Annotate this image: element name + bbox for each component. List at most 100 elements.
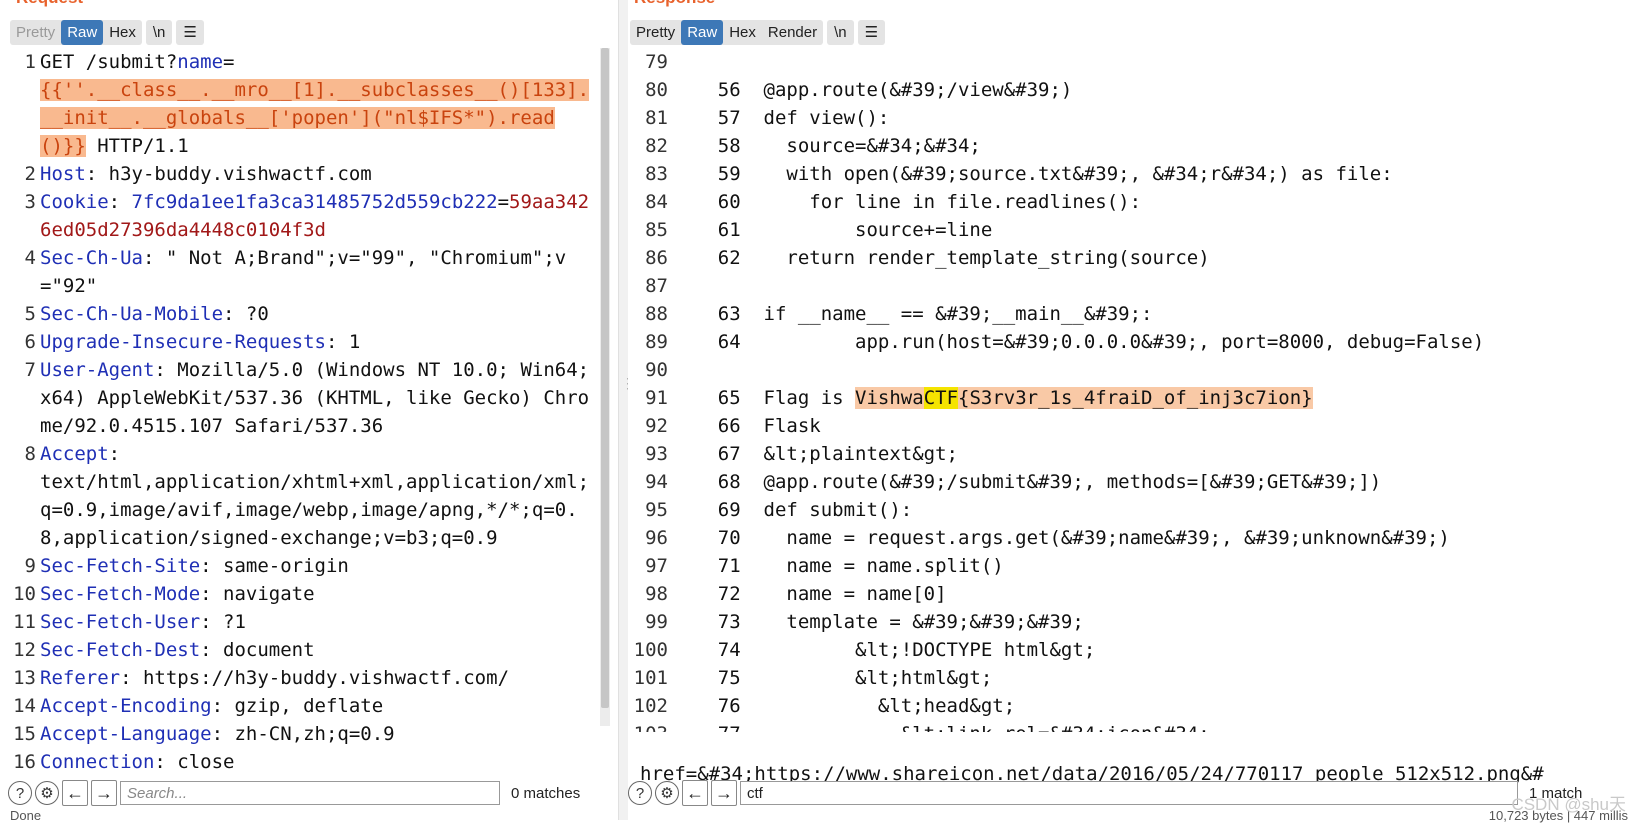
response-tab-hex[interactable]: Hex — [723, 20, 762, 45]
code-token: User-Agent — [40, 359, 155, 381]
editor-line: 79 — [628, 48, 1606, 76]
next-match-arrow-icon[interactable]: → — [711, 780, 737, 806]
editor-line: 84 60 for line in file.readlines(): — [628, 188, 1606, 216]
code-token: Sec-Fetch-Dest — [40, 639, 201, 661]
help-icon[interactable]: ? — [628, 781, 652, 805]
code-token: Connection — [40, 751, 155, 773]
code-token: Upgrade-Insecure-Requests — [40, 331, 326, 353]
request-pane: Request Pretty Raw Hex \n ☰ 1GET /submit… — [0, 0, 618, 820]
request-newline-toggle[interactable]: \n — [145, 20, 173, 45]
request-scrollbar[interactable] — [600, 48, 610, 726]
hamburger-menu-icon[interactable]: ☰ — [176, 20, 204, 45]
code-token: 72 name = name[0] — [672, 583, 947, 605]
request-search-input[interactable] — [120, 781, 500, 805]
line-content: Upgrade-Insecure-Requests: 1 — [40, 328, 598, 356]
code-token: : document — [200, 639, 315, 661]
line-number: 15 — [13, 723, 36, 745]
code-token: 7fc9da1ee1fa3ca31485752d559cb222 — [131, 191, 498, 213]
editor-line: 3 Cookie: 7fc9da1ee1fa3ca31485752d559cb22… — [10, 188, 598, 244]
editor-line: 80 56 @app.route(&#39;/view&#39;) — [628, 76, 1606, 104]
code-token: 64 app.run(host=&#39;0.0.0.0&#39;, port=… — [672, 331, 1485, 353]
request-editor[interactable]: 1 GET /submit?name= {{''.__class__.__mro__… — [10, 48, 598, 775]
request-tab-hex[interactable]: Hex — [103, 20, 142, 45]
response-search-input[interactable] — [740, 781, 1518, 805]
code-token: 67 &lt;plaintext&gt; — [672, 443, 958, 465]
line-content: Accept-Encoding: gzip, deflate — [40, 692, 598, 720]
line-number: 12 — [13, 639, 36, 661]
response-tab-render[interactable]: Render — [762, 20, 823, 45]
code-token: : navigate — [200, 583, 315, 605]
line-content: Sec-Ch-Ua: " Not A;Brand";v="99", "Chrom… — [40, 244, 598, 300]
line-number: 101 — [633, 667, 668, 689]
editor-line: 11 Sec-Fetch-User: ?1 — [10, 608, 598, 636]
response-editor[interactable]: 79 80 56 @app.route(&#39;/view&#39;) 81 57… — [628, 48, 1606, 732]
code-token: 63 if __name__ == &#39;__main__&#39;: — [672, 303, 1153, 325]
response-tab-raw[interactable]: Raw — [681, 20, 724, 45]
line-content: 63 if __name__ == &#39;__main__&#39;: — [672, 300, 1606, 328]
line-content: 62 return render_template_string(source) — [672, 244, 1606, 272]
editor-line: 83 59 with open(&#39;source.txt&#39;, &#… — [628, 160, 1606, 188]
editor-line: 86 62 return render_template_string(sour… — [628, 244, 1606, 272]
line-content — [672, 48, 1606, 76]
line-number: 16 — [13, 751, 36, 773]
editor-line: 98 72 name = name[0] — [628, 580, 1606, 608]
editor-line: 5 Sec-Ch-Ua-Mobile: ?0 — [10, 300, 598, 328]
editor-line: 89 64 app.run(host=&#39;0.0.0.0&#39;, po… — [628, 328, 1606, 356]
help-icon[interactable]: ? — [8, 781, 32, 805]
code-token: 74 &lt;!DOCTYPE html&gt; — [672, 639, 1096, 661]
line-number: 88 — [645, 303, 668, 325]
request-tab-pretty[interactable]: Pretty — [10, 20, 61, 45]
code-token: Accept-Encoding — [40, 695, 212, 717]
code-token: : zh-CN,zh;q=0.9 — [211, 723, 395, 745]
line-number: 99 — [645, 611, 668, 633]
editor-line: 101 75 &lt;html&gt; — [628, 664, 1606, 692]
line-number: 13 — [13, 667, 36, 689]
request-title: Request — [16, 0, 83, 8]
editor-line: 93 67 &lt;plaintext&gt; — [628, 440, 1606, 468]
hamburger-menu-icon[interactable]: ☰ — [857, 20, 886, 45]
line-number: 5 — [24, 303, 36, 325]
line-content: Connection: close — [40, 748, 598, 775]
code-token: = — [497, 191, 510, 213]
line-content: Cookie: 7fc9da1ee1fa3ca31485752d559cb222… — [40, 188, 598, 244]
line-number: 8 — [24, 443, 36, 465]
line-number: 90 — [645, 359, 668, 381]
next-match-arrow-icon[interactable]: → — [91, 780, 117, 806]
editor-line: 102 76 &lt;head&gt; — [628, 692, 1606, 720]
line-content: GET /submit?name= — [40, 48, 598, 76]
line-content: 57 def view(): — [672, 104, 1606, 132]
code-token: : gzip, deflate — [211, 695, 384, 717]
line-number: 98 — [645, 583, 668, 605]
code-token: : ?0 — [223, 303, 269, 325]
line-content: Sec-Fetch-Site: same-origin — [40, 552, 598, 580]
line-content: 69 def submit(): — [672, 496, 1606, 524]
line-content: 61 source+=line — [672, 216, 1606, 244]
gear-icon[interactable]: ⚙ — [35, 781, 59, 805]
request-tab-raw[interactable]: Raw — [61, 20, 104, 45]
response-newline-toggle[interactable]: \n — [827, 20, 854, 45]
line-number: 96 — [645, 527, 668, 549]
previous-match-arrow-icon[interactable]: ← — [62, 780, 88, 806]
code-token: 68 @app.route(&#39;/submit&#39;, methods… — [672, 471, 1382, 493]
line-number: 10 — [13, 583, 36, 605]
code-token: Host — [40, 163, 86, 185]
line-content: 64 app.run(host=&#39;0.0.0.0&#39;, port=… — [672, 328, 1606, 356]
editor-line: 92 66 Flask — [628, 412, 1606, 440]
request-scroll-thumb[interactable] — [601, 48, 609, 708]
line-content: 70 name = request.args.get(&#39;name&#39… — [672, 524, 1606, 552]
line-number: 95 — [645, 499, 668, 521]
gear-icon[interactable]: ⚙ — [655, 781, 679, 805]
code-token: 57 def view(): — [672, 107, 890, 129]
code-token: HTTP/1.1 — [85, 135, 189, 157]
code-token: Accept-Language — [40, 723, 212, 745]
line-number: 85 — [645, 219, 668, 241]
previous-match-arrow-icon[interactable]: ← — [682, 780, 708, 806]
line-content: Sec-Ch-Ua-Mobile: ?0 — [40, 300, 598, 328]
response-tab-pretty[interactable]: Pretty — [630, 20, 681, 45]
code-token: Cookie — [40, 191, 109, 213]
line-number: 3 — [24, 191, 36, 213]
line-content: {{''.__class__.__mro__[1].__subclasses__… — [40, 76, 598, 160]
editor-line: 96 70 name = request.args.get(&#39;name&… — [628, 524, 1606, 552]
line-content: 72 name = name[0] — [672, 580, 1606, 608]
response-search-bar: ? ⚙ ← → 1 match — [628, 779, 1636, 807]
